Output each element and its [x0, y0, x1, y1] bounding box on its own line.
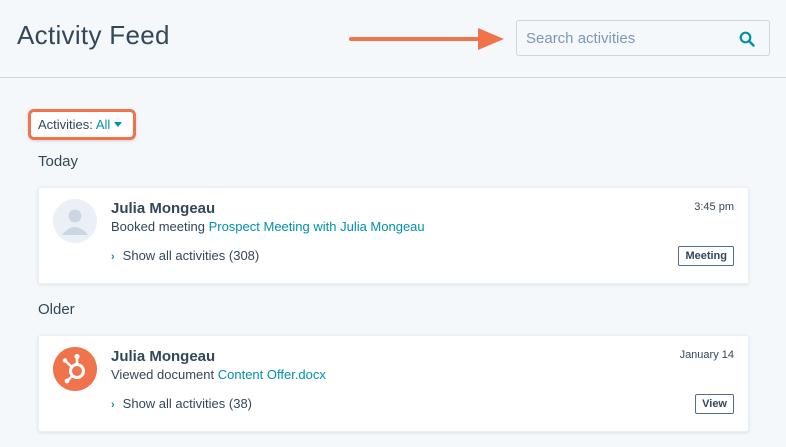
- section-heading-today: Today: [38, 153, 79, 170]
- page-title: Activity Feed: [17, 20, 170, 50]
- show-all-label[interactable]: Show all activities (38): [123, 396, 252, 411]
- activity-time: 3:45 pm: [694, 201, 734, 213]
- activity-link[interactable]: Content Offer.docx: [218, 367, 326, 382]
- show-all-label[interactable]: Show all activities (308): [123, 248, 260, 263]
- show-all-activities-link[interactable]: › Show all activities (308): [111, 248, 259, 263]
- activities-filter-dropdown[interactable]: Activities: All: [38, 117, 123, 132]
- person-avatar-icon: [53, 199, 97, 243]
- activity-card: Julia Mongeau Booked meeting Prospect Me…: [38, 187, 749, 284]
- activity-card: Julia Mongeau Viewed document Content Of…: [38, 335, 749, 432]
- chevron-right-icon[interactable]: ›: [111, 251, 115, 263]
- chevron-right-icon[interactable]: ›: [111, 399, 115, 411]
- activities-filter-highlight: Activities: All: [28, 109, 136, 140]
- view-button[interactable]: View: [695, 394, 734, 414]
- callout-arrow-icon: [349, 28, 504, 50]
- activity-description: Viewed document Content Offer.docx: [111, 367, 326, 382]
- section-heading-older: Older: [38, 301, 75, 318]
- contact-name[interactable]: Julia Mongeau: [111, 348, 215, 365]
- hubspot-sprocket-icon: [53, 347, 97, 391]
- activity-time: January 14: [679, 349, 734, 361]
- caret-down-icon[interactable]: [114, 122, 123, 127]
- activity-description: Booked meeting Prospect Meeting with Jul…: [111, 219, 425, 234]
- activity-action: Booked meeting: [111, 219, 205, 234]
- show-all-activities-link[interactable]: › Show all activities (38): [111, 396, 252, 411]
- search-icon[interactable]: [739, 31, 755, 47]
- search-input[interactable]: [517, 21, 737, 55]
- filter-label: Activities:: [38, 117, 93, 132]
- page-header: Activity Feed: [0, 0, 786, 78]
- activity-action: Viewed document: [111, 367, 215, 382]
- activity-link[interactable]: Prospect Meeting with Julia Mongeau: [209, 219, 425, 234]
- contact-name[interactable]: Julia Mongeau: [111, 200, 215, 217]
- meeting-button[interactable]: Meeting: [678, 246, 734, 266]
- filter-value[interactable]: All: [96, 117, 110, 132]
- search-box[interactable]: [516, 20, 770, 56]
